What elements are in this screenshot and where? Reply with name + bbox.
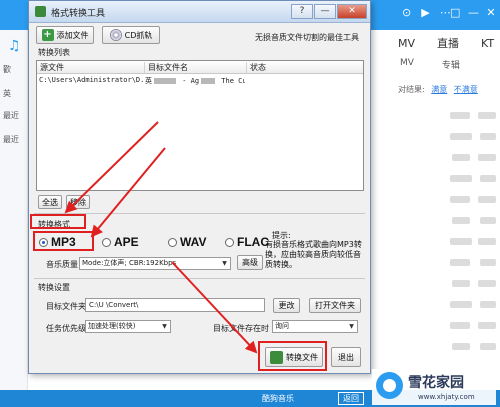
arrow-to-convert bbox=[171, 261, 258, 354]
arrow-to-mp3 bbox=[90, 147, 166, 238]
snowflake-logo-icon bbox=[376, 372, 403, 399]
watermark: 雪花家园 www.xhjaty.com bbox=[372, 369, 496, 405]
watermark-name: 雪花家园 bbox=[408, 375, 464, 391]
annotation-arrows bbox=[64, 121, 258, 354]
arrow-to-format-label bbox=[64, 121, 159, 214]
watermark-url: www.xhjaty.com bbox=[418, 393, 475, 401]
